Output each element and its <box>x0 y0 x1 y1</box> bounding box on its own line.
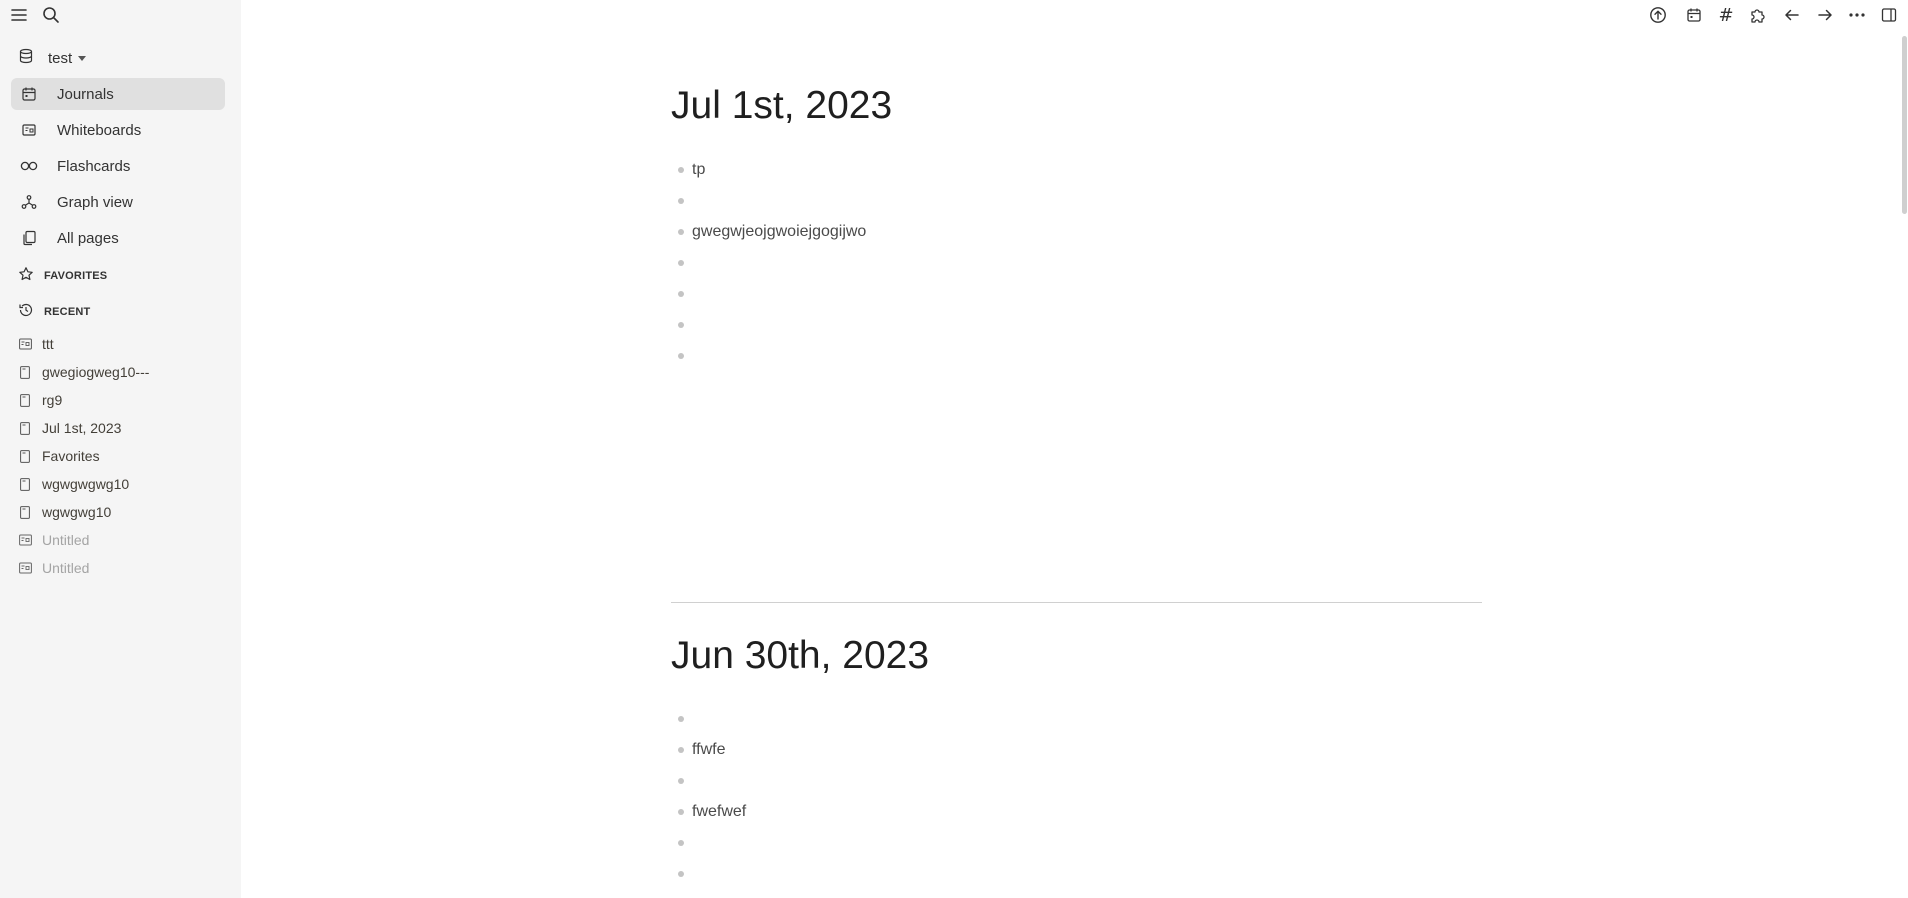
recent-header[interactable]: RECENT <box>18 302 90 322</box>
hash-icon[interactable]: # <box>1713 2 1739 28</box>
calendar-icon[interactable] <box>1681 2 1707 28</box>
journal-block[interactable] <box>671 312 1371 338</box>
recent-item[interactable]: Favorites <box>18 444 228 468</box>
recent-item-label: wgwgwg10 <box>42 504 112 520</box>
nav-label: Journals <box>57 85 114 103</box>
journal-block[interactable]: gwegwjeojgwoiejgogijwo <box>671 219 1371 245</box>
bullet-icon[interactable] <box>678 198 684 204</box>
nav-label: Graph view <box>57 193 133 211</box>
journal-divider <box>671 602 1482 603</box>
nav-all-pages[interactable]: All pages <box>11 222 225 254</box>
infinity-icon <box>19 156 39 176</box>
journal-block[interactable] <box>671 343 1371 369</box>
recent-item[interactable]: Untitled <box>18 556 228 580</box>
journal-block[interactable]: ffwfe <box>671 737 1371 763</box>
app-window: test Journals Whiteboards Flashcards Gra… <box>0 0 1908 898</box>
history-icon <box>18 302 34 323</box>
bullet-icon[interactable] <box>678 809 684 815</box>
whiteboard-icon <box>18 337 32 351</box>
workspace-selector[interactable]: test <box>18 46 87 70</box>
nav-label: Flashcards <box>57 157 131 175</box>
bullet-icon[interactable] <box>678 840 684 846</box>
more-icon[interactable] <box>1844 2 1870 28</box>
page-icon <box>18 449 32 463</box>
recent-item[interactable]: wgwgwg10 <box>18 500 228 524</box>
journal-block[interactable] <box>671 768 1371 794</box>
journal-block[interactable]: tp <box>671 157 1371 183</box>
chevron-down-icon <box>78 49 87 67</box>
recent-item-label: Jul 1st, 2023 <box>42 420 122 436</box>
page-icon <box>18 365 32 379</box>
journal-title[interactable]: Jul 1st, 2023 <box>671 86 892 125</box>
recent-item-label: wgwgwgwg10 <box>42 476 130 492</box>
recent-item-label: Untitled <box>42 560 90 576</box>
search-icon[interactable] <box>38 2 64 28</box>
bullet-icon[interactable] <box>678 229 684 235</box>
database-icon <box>18 48 34 69</box>
nav-whiteboards[interactable]: Whiteboards <box>11 114 225 146</box>
recent-item-label: Untitled <box>42 532 90 548</box>
left-sidebar: test Journals Whiteboards Flashcards Gra… <box>0 0 241 898</box>
scrollbar-thumb[interactable] <box>1902 36 1907 214</box>
journal-block[interactable] <box>671 861 1371 887</box>
pages-icon <box>19 228 39 248</box>
favorites-header[interactable]: FAVORITES <box>18 266 107 286</box>
whiteboard-icon <box>18 561 32 575</box>
bullet-icon[interactable] <box>678 322 684 328</box>
whiteboard-icon <box>18 533 32 547</box>
nav-label: All pages <box>57 229 119 247</box>
journal-title[interactable]: Jun 30th, 2023 <box>671 636 929 675</box>
recent-item-label: gwegiogweg10--- <box>42 364 150 380</box>
journal-block[interactable]: fwefwef <box>671 799 1371 825</box>
bullet-icon[interactable] <box>678 353 684 359</box>
page-icon <box>18 421 32 435</box>
nav-flashcards[interactable]: Flashcards <box>11 150 225 182</box>
block-text: gwegwjeojgwoiejgogijwo <box>692 223 867 240</box>
recent-item-label: Favorites <box>42 448 100 464</box>
recent-item[interactable]: wgwgwgwg10 <box>18 472 228 496</box>
whiteboard-icon <box>19 120 39 140</box>
page-icon <box>18 393 32 407</box>
puzzle-icon[interactable] <box>1745 2 1771 28</box>
bullet-icon[interactable] <box>678 871 684 877</box>
star-icon <box>18 266 34 287</box>
recent-item[interactable]: rg9 <box>18 388 228 412</box>
journal-block[interactable] <box>671 706 1371 732</box>
recent-item[interactable]: Jul 1st, 2023 <box>18 416 228 440</box>
recent-item[interactable]: ttt <box>18 332 228 356</box>
bullet-icon[interactable] <box>678 778 684 784</box>
block-text: tp <box>692 161 706 178</box>
page-icon <box>18 505 32 519</box>
bullet-icon[interactable] <box>678 291 684 297</box>
graph-icon <box>19 192 39 212</box>
recent-item-label: rg9 <box>42 392 63 408</box>
block-text: fwefwef <box>692 803 747 820</box>
journal-block[interactable] <box>671 188 1371 214</box>
menu-icon[interactable] <box>6 2 32 28</box>
workspace-name: test <box>48 49 73 67</box>
journal-block[interactable] <box>671 830 1371 856</box>
recent-item[interactable]: Untitled <box>18 528 228 552</box>
bullet-icon[interactable] <box>678 747 684 753</box>
bullet-icon[interactable] <box>678 260 684 266</box>
sidebar-toggle-icon[interactable] <box>1876 2 1902 28</box>
page-icon <box>18 477 32 491</box>
journal-block[interactable] <box>671 281 1371 307</box>
bullet-icon[interactable] <box>678 716 684 722</box>
block-text: ffwfe <box>692 741 726 758</box>
recent-label: RECENT <box>44 306 91 318</box>
nav-journals[interactable]: Journals <box>11 78 225 110</box>
arrow-left-icon[interactable] <box>1779 2 1805 28</box>
favorites-label: FAVORITES <box>44 270 108 282</box>
arrow-right-icon[interactable] <box>1812 2 1838 28</box>
bullet-icon[interactable] <box>678 167 684 173</box>
calendar-icon <box>19 84 39 104</box>
recent-item[interactable]: gwegiogweg10--- <box>18 360 228 384</box>
nav-graph-view[interactable]: Graph view <box>11 186 225 218</box>
journal-block[interactable] <box>671 250 1371 276</box>
hash-glyph: # <box>1718 4 1734 26</box>
nav-label: Whiteboards <box>57 121 142 139</box>
sync-icon[interactable] <box>1645 2 1671 28</box>
recent-item-label: ttt <box>42 336 54 352</box>
